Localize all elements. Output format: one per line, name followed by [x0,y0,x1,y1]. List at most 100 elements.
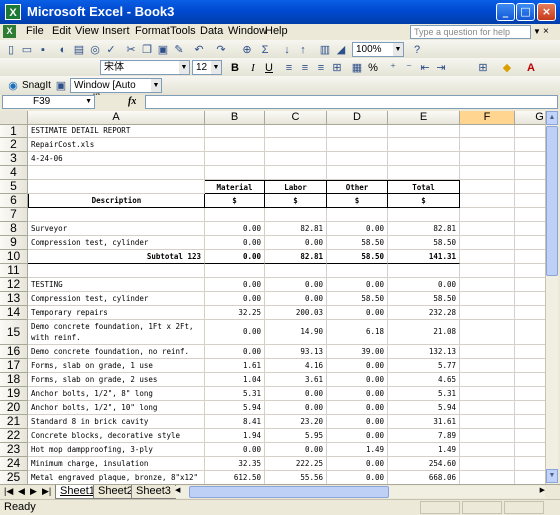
column-header-a[interactable]: A [28,111,205,125]
cell-b11[interactable] [205,264,265,278]
function-icon[interactable]: fx [128,96,136,107]
excel-app-icon[interactable]: X [5,4,21,20]
cell-f17[interactable] [460,359,515,373]
sort-ascending-icon[interactable]: ↓ [280,43,294,57]
cell-e16[interactable]: 132.13 [388,345,460,359]
increase-decimal-icon[interactable]: ⁺ [386,61,400,75]
cell-a11[interactable] [28,264,205,278]
copy-icon[interactable]: ❐ [140,43,154,57]
cell-g1[interactable] [515,125,545,138]
cell-e4[interactable] [388,166,460,180]
cell-a21[interactable]: Standard 8 in brick cavity [28,415,205,429]
cell-d18[interactable]: 0.00 [327,373,388,387]
cell-c21[interactable]: 23.20 [265,415,327,429]
cell-b20[interactable]: 5.94 [205,401,265,415]
row-header[interactable]: 3 [0,152,28,166]
cell-b3[interactable] [205,152,265,166]
cell-a3[interactable]: 4-24-06 [28,152,205,166]
cell-a17[interactable]: Forms, slab on grade, 1 use [28,359,205,373]
cell-d20[interactable]: 0.00 [327,401,388,415]
cell-b9[interactable]: 0.00 [205,236,265,250]
cell-a1[interactable]: ESTIMATE DETAIL REPORT [28,125,205,138]
cell-c17[interactable]: 4.16 [265,359,327,373]
permission-icon[interactable]: ◐ [56,43,70,57]
cell-e1[interactable] [388,125,460,138]
cell-g20[interactable] [515,401,545,415]
font-name-select[interactable]: 宋体 ▼ [100,60,190,75]
column-header-f[interactable]: F [460,111,515,125]
horizontal-scroll-thumb[interactable] [189,486,389,498]
cell-g6[interactable] [515,194,545,208]
row-header[interactable]: 6 [0,194,28,208]
last-sheet-icon[interactable]: ▶| [42,486,51,497]
cell-a18[interactable]: Forms, slab on grade, 2 uses [28,373,205,387]
row-header[interactable]: 15 [0,320,28,345]
snagit-window-icon[interactable]: ▣ [54,79,68,93]
cell-e14[interactable]: 232.28 [388,306,460,320]
redo-icon[interactable]: ↷ [214,43,228,57]
cell-d16[interactable]: 39.00 [327,345,388,359]
scroll-left-icon[interactable]: ◀ [175,486,180,494]
cell-d11[interactable] [327,264,388,278]
spreadsheet-grid[interactable]: ABCDEFG 1 ESTIMATE DETAIL REPORT 2 RepairCo… [0,111,545,484]
cell-f21[interactable] [460,415,515,429]
cell-g22[interactable] [515,429,545,443]
cell-d23[interactable]: 1.49 [327,443,388,457]
fill-color-icon[interactable]: ◆ [500,61,514,75]
decrease-decimal-icon[interactable]: ⁻ [402,61,416,75]
cell-e12[interactable]: 0.00 [388,278,460,292]
cell-c3[interactable] [265,152,327,166]
cell-b4[interactable] [205,166,265,180]
snagit-icon[interactable]: ◉ [6,79,20,93]
cell-e3[interactable] [388,152,460,166]
cell-d22[interactable]: 0.00 [327,429,388,443]
cell-b14[interactable]: 32.25 [205,306,265,320]
cell-d14[interactable]: 0.00 [327,306,388,320]
borders-icon[interactable]: ⊞ [476,61,490,75]
column-header-d[interactable]: D [327,111,388,125]
cell-f22[interactable] [460,429,515,443]
cell-c2[interactable] [265,138,327,152]
autosum-icon[interactable]: Σ [258,43,272,57]
cell-b6[interactable]: $ [205,194,265,208]
cell-g9[interactable] [515,236,545,250]
cell-b17[interactable]: 1.61 [205,359,265,373]
doc-close-icon[interactable]: × [543,26,549,37]
cell-c12[interactable]: 0.00 [265,278,327,292]
cell-e2[interactable] [388,138,460,152]
cell-a6[interactable]: Description [28,194,205,208]
print-icon[interactable]: ▤ [72,43,86,57]
cell-b25[interactable]: 612.50 [205,471,265,484]
cell-c9[interactable]: 0.00 [265,236,327,250]
cell-b5[interactable]: Material [205,180,265,194]
align-left-icon[interactable]: ≡ [282,61,296,75]
cut-icon[interactable]: ✂ [124,43,138,57]
drawing-icon[interactable]: ◢ [334,43,348,57]
row-header[interactable]: 7 [0,208,28,222]
cell-e23[interactable]: 1.49 [388,443,460,457]
cell-c25[interactable]: 55.56 [265,471,327,484]
cell-g14[interactable] [515,306,545,320]
menu-file[interactable]: File [26,25,44,37]
font-size-select[interactable]: 12 ▼ [192,60,222,75]
cell-c19[interactable]: 0.00 [265,387,327,401]
cell-a10[interactable]: Subtotal 123 [28,250,205,264]
cell-c6[interactable]: $ [265,194,327,208]
vertical-scroll-thumb[interactable] [546,126,558,276]
format-painter-icon[interactable]: ✎ [172,43,186,57]
document-icon[interactable]: X [3,25,16,38]
scroll-right-icon[interactable]: ▶ [540,486,545,494]
cell-c11[interactable] [265,264,327,278]
cell-c4[interactable] [265,166,327,180]
row-header[interactable]: 11 [0,264,28,278]
ask-dropdown-icon[interactable]: ▼ [533,27,541,36]
cell-g17[interactable] [515,359,545,373]
cell-f3[interactable] [460,152,515,166]
row-header[interactable]: 13 [0,292,28,306]
cell-g5[interactable] [515,180,545,194]
cell-b24[interactable]: 32.35 [205,457,265,471]
cell-b15[interactable]: 0.00 [205,320,265,345]
align-center-icon[interactable]: ≡ [298,61,312,75]
row-header[interactable]: 17 [0,359,28,373]
cell-g11[interactable] [515,264,545,278]
